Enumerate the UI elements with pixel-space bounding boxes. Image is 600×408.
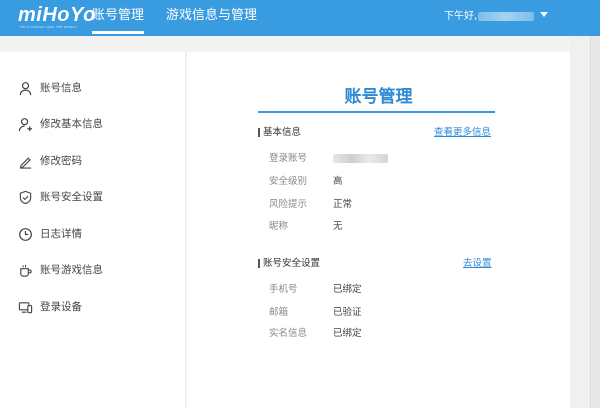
- cup-icon: [20, 264, 32, 277]
- user-icon: [19, 81, 32, 95]
- section-marker: [258, 128, 260, 137]
- sidebar-item-label: 登录设备: [40, 301, 82, 313]
- field-value-email: 已验证: [333, 307, 362, 318]
- field-value-risk-alert: 正常: [333, 199, 353, 210]
- sidebar-item-security-settings[interactable]: 账号安全设置: [18, 187, 103, 207]
- account-panel: 账号管理 基本信息 查看更多信息 登录账号 •••••• 安全级别 高 风险提示…: [187, 52, 570, 408]
- field-value-login-account: ••••••: [333, 154, 388, 163]
- user-menu-caret-icon[interactable]: [540, 12, 548, 17]
- section-title-basic-info: 基本信息: [263, 127, 302, 138]
- sidebar-item-edit-profile[interactable]: 修改基本信息: [18, 114, 103, 134]
- title-underline: [258, 111, 495, 113]
- nav-account-management[interactable]: 账号管理: [92, 8, 145, 34]
- field-label-email: 邮箱: [269, 307, 289, 318]
- field-label-risk-alert: 风险提示: [269, 199, 308, 210]
- field-value-security-level: 高: [333, 176, 343, 187]
- greeting-text: 下午好,: [444, 11, 478, 22]
- logo-tagline: TECH OTAKUS SAVE THE WORLD: [20, 25, 77, 29]
- sidebar-item-account-info[interactable]: 账号信息: [18, 78, 82, 98]
- devices-icon: [18, 301, 33, 313]
- view-more-info-link[interactable]: 查看更多信息: [434, 127, 491, 138]
- pencil-icon: [19, 156, 32, 169]
- field-label-phone: 手机号: [269, 284, 298, 295]
- top-bar: miHoYo TECH OTAKUS SAVE THE WORLD 账号管理 游…: [0, 0, 600, 36]
- sidebar-item-label: 日志详情: [40, 228, 82, 240]
- field-label-nickname: 昵称: [269, 221, 289, 232]
- section-marker: [258, 259, 260, 268]
- section-title-security: 账号安全设置: [263, 258, 321, 269]
- sidebar-item-label: 账号安全设置: [40, 191, 103, 203]
- sidebar-item-label: 账号游戏信息: [40, 264, 103, 276]
- sidebar: 账号信息 修改基本信息 修改密码 账号安全设置 日志详情 账号游戏信息 登录设备: [0, 52, 186, 408]
- sidebar-item-game-info[interactable]: 账号游戏信息: [18, 260, 103, 280]
- sidebar-item-label: 修改密码: [40, 155, 82, 167]
- nav-game-info[interactable]: 游戏信息与管理: [166, 8, 257, 24]
- sidebar-item-label: 账号信息: [40, 82, 82, 94]
- user-edit-icon: [18, 117, 33, 131]
- sidebar-item-change-password[interactable]: 修改密码: [18, 151, 82, 171]
- username-masked[interactable]: ••••••: [478, 12, 534, 21]
- vertical-scrollbar[interactable]: [590, 36, 600, 408]
- field-value-phone: 已绑定: [333, 284, 362, 295]
- clock-icon: [19, 227, 32, 241]
- shield-icon: [19, 190, 32, 204]
- field-value-nickname: 无: [333, 221, 343, 232]
- sidebar-item-log-details[interactable]: 日志详情: [18, 224, 82, 244]
- field-value-real-name: 已绑定: [333, 328, 362, 339]
- field-label-login-account: 登录账号: [269, 153, 308, 164]
- go-settings-link[interactable]: 去设置: [463, 258, 492, 269]
- page-title: 账号管理: [344, 87, 413, 107]
- field-label-real-name: 实名信息: [269, 328, 308, 339]
- sidebar-item-login-devices[interactable]: 登录设备: [18, 297, 82, 317]
- mihoyo-logo[interactable]: miHoYo: [18, 5, 96, 25]
- field-label-security-level: 安全级别: [269, 176, 308, 187]
- sidebar-item-label: 修改基本信息: [40, 118, 103, 130]
